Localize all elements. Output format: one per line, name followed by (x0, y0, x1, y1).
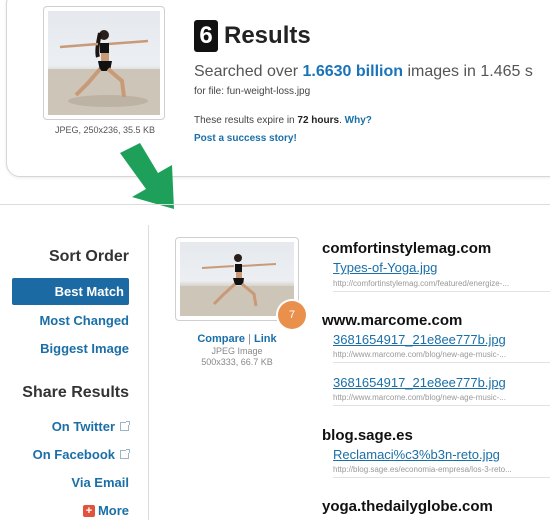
yoga-woman-image (48, 30, 160, 115)
result-url: http://www.marcome.com/blog/new-age-musi… (333, 350, 506, 359)
query-image-thumbnail[interactable] (43, 6, 165, 120)
share-twitter-label: On Twitter (51, 419, 115, 434)
share-facebook-link[interactable]: On Facebook (32, 447, 130, 462)
sort-most-changed[interactable]: Most Changed (39, 313, 129, 328)
result-domain: comfortinstylemag.com (322, 240, 492, 257)
share-more-label: More (97, 503, 129, 518)
results-label: Results (224, 22, 311, 49)
share-email-label: Via Email (71, 475, 129, 490)
result-domain: www.marcome.com (322, 312, 463, 329)
results-count-badge: 6 (194, 20, 218, 52)
share-results-heading: Share Results (22, 384, 129, 401)
sidebar-divider (148, 225, 149, 520)
expiry-duration: 72 hours (297, 115, 340, 126)
match-actions: Compare | Link (175, 333, 299, 345)
down-arrow-icon (120, 143, 174, 209)
share-email-link[interactable]: Via Email (71, 475, 129, 490)
image-link[interactable]: Link (254, 333, 277, 345)
sort-order-heading: Sort Order (48, 248, 129, 265)
share-twitter-link[interactable]: On Twitter (51, 419, 130, 434)
indexed-count: 1.6630 billion (302, 63, 403, 80)
section-divider (0, 204, 550, 205)
yoga-woman-image (180, 254, 294, 316)
why-link[interactable]: Why? (345, 115, 372, 126)
compare-link[interactable]: Compare (197, 333, 245, 345)
result-url: http://comfortinstylemag.com/featured/en… (333, 279, 510, 288)
search-stats: Searched over 1.6630 billion images in 1… (194, 63, 533, 81)
result-separator (333, 362, 550, 363)
result-separator (333, 477, 550, 478)
result-file-link[interactable]: 3681654917_21e8ee777b.jpg (333, 375, 506, 390)
search-stats-suffix: images in 1.465 s (403, 63, 533, 80)
results-heading: 6 Results (194, 20, 311, 52)
sort-biggest-image[interactable]: Biggest Image (40, 341, 129, 356)
plus-icon: + (82, 504, 95, 517)
result-file-link[interactable]: 3681654917_21e8ee777b.jpg (333, 332, 506, 347)
external-link-icon (120, 449, 130, 459)
expiry-note: These results expire in 72 hours. Why? (194, 115, 372, 126)
query-filename: for file: fun-weight-loss.jpg (194, 86, 311, 97)
result-file-link[interactable]: Types-of-Yoga.jpg (333, 260, 437, 275)
result-url: http://www.marcome.com/blog/new-age-musi… (333, 393, 506, 402)
expiry-period: . (339, 115, 342, 126)
match-image-meta: JPEG Image 500x333, 66.7 KB (175, 346, 299, 368)
query-photo (48, 11, 160, 115)
result-url: http://blog.sage.es/economia-empresa/los… (333, 465, 512, 474)
link-separator: | (248, 333, 251, 345)
result-domain: yoga.thedailyglobe.com (322, 498, 493, 515)
match-count-badge: 7 (278, 301, 306, 329)
post-success-story-link[interactable]: Post a success story! (194, 133, 297, 144)
result-domain: blog.sage.es (322, 427, 413, 444)
result-separator (333, 405, 550, 406)
query-image-meta: JPEG, 250x236, 35.5 KB (54, 125, 156, 135)
share-facebook-label: On Facebook (32, 447, 115, 462)
share-more-link[interactable]: + More (82, 503, 129, 518)
result-file-link[interactable]: Reclamaci%c3%b3n-reto.jpg (333, 447, 500, 462)
sort-best-match[interactable]: Best Match (12, 278, 129, 305)
match-image-size: 500x333, 66.7 KB (201, 357, 273, 367)
match-photo (180, 242, 294, 316)
search-stats-prefix: Searched over (194, 63, 303, 80)
match-image-type: JPEG Image (211, 346, 263, 356)
expiry-prefix: These results expire in (194, 115, 298, 126)
result-separator (333, 291, 550, 292)
external-link-icon (120, 421, 130, 431)
